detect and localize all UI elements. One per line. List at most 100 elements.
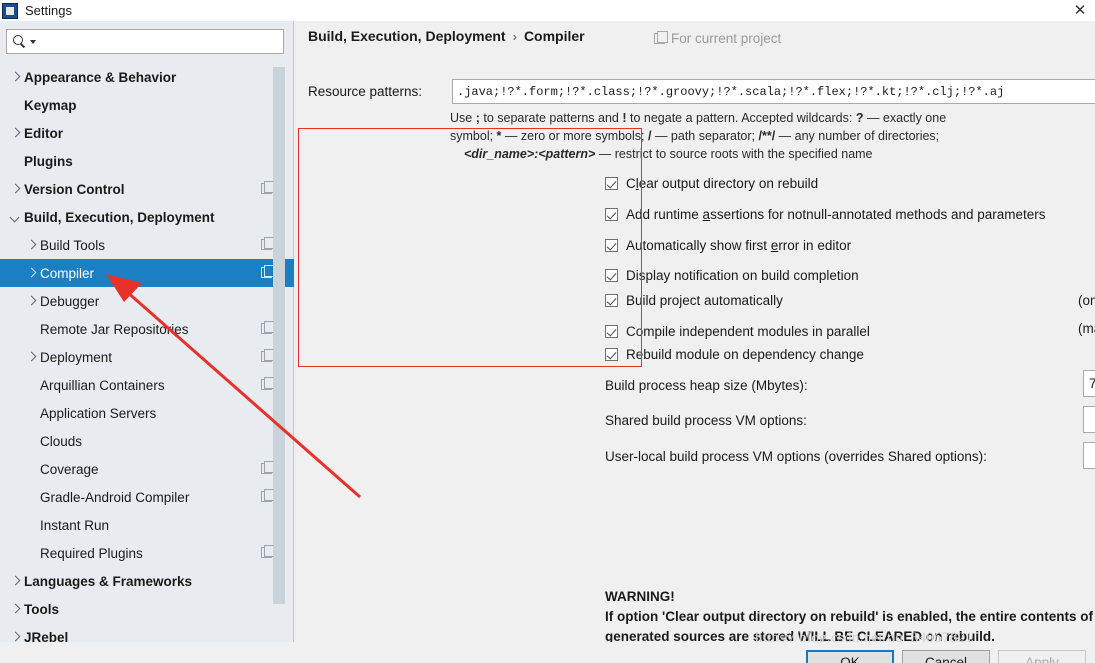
project-scope-icon <box>261 265 275 278</box>
checkbox-box[interactable] <box>605 348 618 361</box>
settings-sidebar: Appearance & Behavior Keymap Editor Plugins… <box>0 21 294 642</box>
close-icon[interactable]: ✕ <box>1069 0 1091 20</box>
warning-title: WARNING! <box>605 589 675 604</box>
search-box[interactable] <box>6 29 284 54</box>
sidebar-item-coverage[interactable]: Coverage <box>0 455 294 483</box>
checkbox-compile-independent-modules-in-parallel[interactable]: Compile independent modules in parallel <box>605 324 870 339</box>
sidebar-item-label: Tools <box>24 601 59 617</box>
scope-note: For current project <box>654 31 781 46</box>
compiler-settings-panel: Build, Execution, Deployment › Compiler … <box>295 21 1095 644</box>
checkbox-add-runtime-assertions-for-notnull-annotated-methods-and-parameters[interactable]: Add runtime assertions for notnull-annot… <box>605 207 1046 222</box>
sidebar-item-label: JRebel <box>24 629 69 643</box>
sidebar-item-label: Keymap <box>24 97 77 113</box>
sidebar-item-deployment[interactable]: Deployment <box>0 343 294 371</box>
chevron-right-icon[interactable] <box>8 602 22 616</box>
chevron-right-icon[interactable] <box>8 574 22 588</box>
checkbox-box[interactable] <box>605 239 618 252</box>
sidebar-item-build-execution-deployment[interactable]: Build, Execution, Deployment <box>0 203 294 231</box>
chevron-right-icon[interactable] <box>8 70 22 84</box>
breadcrumb-parent[interactable]: Build, Execution, Deployment <box>308 28 506 44</box>
project-scope-icon <box>654 31 668 44</box>
chevron-right-icon[interactable] <box>24 266 38 280</box>
sidebar-item-version-control[interactable]: Version Control <box>0 175 294 203</box>
help-frag: to negate a pattern. Accepted wildcards: <box>626 111 856 125</box>
shared-vm-options-input[interactable] <box>1083 406 1095 433</box>
help-frag: — restrict to source roots with the spec… <box>595 147 873 161</box>
checkbox-build-project-automatically[interactable]: Build project automatically <box>605 293 783 308</box>
sidebar-item-label: Required Plugins <box>40 545 143 561</box>
user-local-vm-options-input[interactable] <box>1083 442 1095 469</box>
help-frag: to separate patterns and <box>479 111 623 125</box>
search-icon <box>12 34 27 49</box>
chevron-right-icon[interactable] <box>8 126 22 140</box>
apply-button[interactable]: Apply <box>998 650 1086 663</box>
project-scope-icon <box>261 349 275 362</box>
project-scope-icon <box>261 461 275 474</box>
sidebar-item-appearance-behavior[interactable]: Appearance & Behavior <box>0 63 294 91</box>
help-frag: — zero or more symbols; <box>501 129 648 143</box>
checkbox-display-notification-on-build-completion[interactable]: Display notification on build completion <box>605 268 859 283</box>
cancel-button[interactable]: Cancel <box>902 650 990 663</box>
sidebar-item-label: Application Servers <box>40 405 157 421</box>
sidebar-scrollbar[interactable] <box>273 67 285 604</box>
sidebar-item-plugins[interactable]: Plugins <box>0 147 294 175</box>
chevron-down-icon[interactable] <box>8 210 22 224</box>
checkbox-box[interactable] <box>605 294 618 307</box>
sidebar-item-debugger[interactable]: Debugger <box>0 287 294 315</box>
project-scope-icon <box>261 489 275 502</box>
sidebar-item-compiler[interactable]: Compiler <box>0 259 294 287</box>
chevron-right-icon[interactable] <box>24 350 38 364</box>
checkbox-box[interactable] <box>605 208 618 221</box>
sidebar-item-label: Coverage <box>40 461 99 477</box>
sidebar-item-keymap[interactable]: Keymap <box>0 91 294 119</box>
checkbox-rebuild-module-on-dependency-change[interactable]: Rebuild module on dependency change <box>605 347 864 362</box>
sidebar-item-label: Compiler <box>40 265 95 281</box>
heap-size-value: 700 <box>1089 376 1095 391</box>
sidebar-item-tools[interactable]: Tools <box>0 595 294 623</box>
sidebar-item-label: Debugger <box>40 293 100 309</box>
sidebar-item-required-plugins[interactable]: Required Plugins <box>0 539 294 567</box>
sidebar-item-remote-jar-repositories[interactable]: Remote Jar Repositories <box>0 315 294 343</box>
help-line-2: symbol; * — zero or more symbols; / — pa… <box>450 127 1090 145</box>
help-frag: — any number of directories; <box>775 129 940 143</box>
checkbox-box[interactable] <box>605 325 618 338</box>
heap-size-input[interactable]: 700 <box>1083 370 1095 397</box>
checkbox-automatically-show-first-error-in-editor[interactable]: Automatically show first error in editor <box>605 238 851 253</box>
chevron-right-icon[interactable] <box>24 238 38 252</box>
help-line-3: <dir_name>:<pattern> — restrict to sourc… <box>450 145 1090 163</box>
checkbox-clear-output-directory-on-rebuild[interactable]: Clear output directory on rebuild <box>605 176 818 191</box>
sidebar-item-label: Build, Execution, Deployment <box>24 209 215 225</box>
chevron-right-icon[interactable] <box>8 630 22 642</box>
project-scope-icon <box>261 545 275 558</box>
checkbox-box[interactable] <box>605 177 618 190</box>
sidebar-item-build-tools[interactable]: Build Tools <box>0 231 294 259</box>
sidebar-item-label: Appearance & Behavior <box>24 69 177 85</box>
checkbox-label: Clear output directory on rebuild <box>626 176 819 191</box>
chevron-right-icon[interactable] <box>24 294 38 308</box>
sidebar-item-label: Arquillian Containers <box>40 377 165 393</box>
sidebar-item-label: Instant Run <box>40 517 110 533</box>
breadcrumb: Build, Execution, Deployment › Compiler <box>308 28 585 44</box>
resource-patterns-input[interactable]: .java;!?*.form;!?*.class;!?*.groovy;!?*.… <box>452 79 1095 104</box>
sidebar-item-languages-frameworks[interactable]: Languages & Frameworks <box>0 567 294 595</box>
resource-patterns-label: Resource patterns: <box>308 84 423 99</box>
checkbox-box[interactable] <box>605 269 618 282</box>
sidebar-item-application-servers[interactable]: Application Servers <box>0 399 294 427</box>
side-note-build-auto: (only works while not running / debuggin… <box>1078 293 1095 308</box>
sidebar-item-label: Deployment <box>40 349 113 365</box>
sidebar-item-instant-run[interactable]: Instant Run <box>0 511 294 539</box>
breadcrumb-current: Compiler <box>523 28 585 44</box>
help-frag: symbol; <box>450 129 497 143</box>
sidebar-item-arquillian-containers[interactable]: Arquillian Containers <box>0 371 294 399</box>
project-scope-icon <box>261 237 275 250</box>
chevron-right-icon[interactable] <box>8 182 22 196</box>
side-note-parallel: (may require larger heap size) <box>1078 321 1095 336</box>
chevron-down-icon[interactable] <box>30 39 36 44</box>
project-scope-icon <box>261 181 275 194</box>
sidebar-item-editor[interactable]: Editor <box>0 119 294 147</box>
sidebar-item-clouds[interactable]: Clouds <box>0 427 294 455</box>
sidebar-item-jrebel[interactable]: JRebel <box>0 623 294 643</box>
ok-button[interactable]: OK <box>806 650 894 663</box>
search-input[interactable] <box>40 33 283 50</box>
sidebar-item-gradle-android-compiler[interactable]: Gradle-Android Compiler <box>0 483 294 511</box>
